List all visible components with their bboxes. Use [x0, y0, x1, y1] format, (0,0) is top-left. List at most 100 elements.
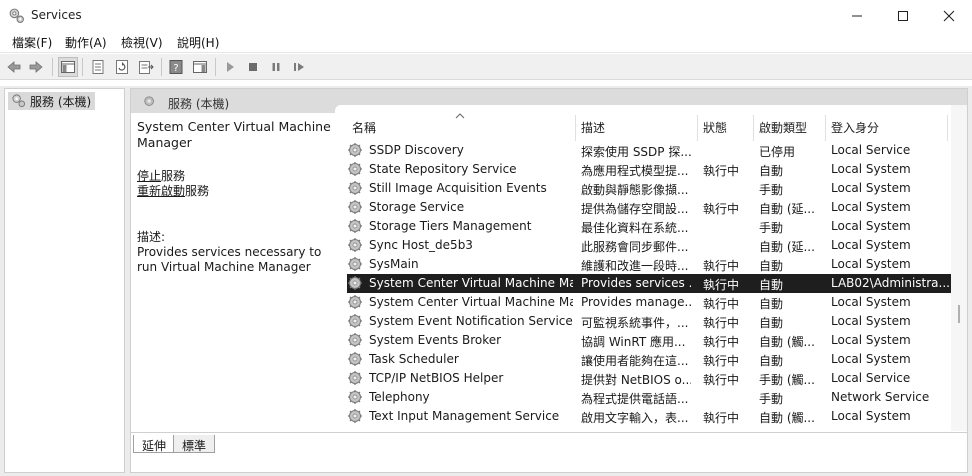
table-row[interactable]: Still Image Acquisition Events 啟動與靜態影像擷..… [347, 179, 959, 198]
table-row[interactable]: System Center Virtual Machine Ma... Provi… [347, 293, 959, 312]
services-gear-icon [9, 8, 24, 23]
column-header-startup-type[interactable]: 啟動類型 [759, 119, 807, 137]
cell-description: Provides services ... [581, 276, 691, 290]
cell-log-on-as: Local System [831, 409, 911, 423]
cell-status: 執行中 [703, 202, 740, 216]
cell-description: 此服務會同步郵件... [581, 240, 689, 254]
show-console-tree-button[interactable] [58, 57, 78, 77]
restart-service-suffix: 服務 [185, 184, 210, 198]
cell-status: 執行中 [703, 411, 740, 425]
column-header-name[interactable]: 名稱 [352, 119, 376, 137]
view-tabs: 延伸 標準 [131, 432, 967, 454]
services-gear-icon [12, 94, 26, 108]
table-row[interactable]: Storage Tiers Management 最佳化資料在系統... 手動 Loc… [347, 217, 959, 236]
service-gear-icon [348, 257, 362, 271]
column-divider[interactable] [947, 115, 948, 141]
cell-name: Sync Host_de5b3 [369, 238, 473, 252]
column-divider[interactable] [697, 115, 698, 141]
menu-action[interactable]: 動作(A) [65, 34, 107, 51]
cell-log-on-as: Local System [831, 238, 911, 252]
cell-log-on-as: LAB02\Administra... [831, 276, 950, 290]
menu-file[interactable]: 檔案(F) [12, 34, 52, 51]
cell-log-on-as: Local System [831, 257, 911, 271]
cell-name: System Events Broker [369, 333, 502, 347]
restart-service-button[interactable] [289, 57, 309, 77]
table-row[interactable]: SSDP Discovery 探索使用 SSDP 探... 已停用 Local Ser… [347, 141, 959, 160]
description-text: Provides services necessary to run Virtu… [137, 245, 322, 274]
back-button[interactable] [4, 57, 24, 77]
cell-startup-type: 自動 [759, 316, 784, 330]
column-header-status[interactable]: 狀態 [703, 119, 727, 137]
column-header-log-on-as[interactable]: 登入身分 [831, 119, 879, 137]
table-row[interactable]: SysMain 維護和改進一段時... 執行中 自動 Local System [347, 255, 959, 274]
column-divider[interactable] [753, 115, 754, 141]
tree-item-services-local[interactable]: 服務 (本機) [8, 92, 96, 110]
console-tree-icon [61, 61, 75, 73]
cell-status: 執行中 [703, 164, 740, 178]
service-gear-icon [348, 333, 362, 347]
close-button[interactable] [926, 0, 972, 31]
cell-description: Provides manage... [581, 295, 691, 309]
cell-log-on-as: Local System [831, 219, 911, 233]
table-row[interactable]: Task Scheduler 讓使用者能夠在這... 執行中 自動 Local Syst… [347, 350, 959, 369]
help-button[interactable]: ? [166, 57, 186, 77]
column-header-description[interactable]: 描述 [581, 119, 605, 137]
description-label: 描述: [137, 230, 166, 244]
menu-bar: 檔案(F) 動作(A) 檢視(V) 說明(H) [0, 31, 972, 53]
table-row[interactable]: Telephony 為程式提供電話語... 手動 Network Service [347, 388, 959, 407]
maximize-button[interactable] [880, 0, 926, 31]
forward-button[interactable] [26, 57, 46, 77]
pause-icon [272, 63, 280, 71]
vertical-scrollbar[interactable] [951, 105, 967, 431]
pause-service-button[interactable] [266, 57, 286, 77]
tab-standard[interactable]: 標準 [173, 435, 216, 453]
stop-service-button[interactable] [243, 57, 263, 77]
stop-service-link[interactable]: 停止 [137, 169, 161, 183]
properties-button[interactable] [88, 57, 108, 77]
cell-startup-type: 自動 [759, 164, 784, 178]
column-divider[interactable] [575, 115, 576, 141]
cell-startup-type: 自動 (觸... [759, 411, 815, 425]
table-row[interactable]: System Events Broker 協調 WinRT 應用... 執行中 自動 … [347, 331, 959, 350]
show-action-pane-button[interactable] [190, 57, 210, 77]
cell-name: Storage Tiers Management [369, 219, 532, 233]
minimize-icon [852, 15, 862, 16]
table-row[interactable]: Text Input Management Service 啟用文字輸入，表...… [347, 407, 959, 426]
cell-status: 執行中 [703, 335, 740, 349]
play-icon [227, 62, 234, 72]
cell-startup-type: 手動 [759, 392, 784, 406]
table-row[interactable]: Storage Service 提供為儲存空間設... 執行中 自動 (延... Loc… [347, 198, 959, 217]
restart-icon [294, 63, 304, 71]
scrollbar-thumb[interactable] [958, 305, 960, 323]
cell-name: System Center Virtual Machine Ma... [369, 295, 573, 309]
minimize-button[interactable] [834, 0, 880, 31]
table-row[interactable]: TCP/IP NetBIOS Helper 提供對 NetBIOS o... 執行中… [347, 369, 959, 388]
toolbar-separator [52, 58, 53, 76]
close-icon [943, 10, 955, 21]
cell-status: 執行中 [703, 297, 740, 311]
maximize-icon [898, 10, 908, 21]
cell-name: System Event Notification Service [369, 314, 573, 328]
menu-help[interactable]: 說明(H) [177, 34, 219, 51]
table-row[interactable]: State Repository Service 為應用程式模型提... 執行中 自動… [347, 160, 959, 179]
restart-service-link[interactable]: 重新啟動 [137, 184, 185, 198]
services-list: 名稱 描述 狀態 啟動類型 登入身分 SSDP Discovery 探索使用 SS… [335, 105, 967, 431]
table-row[interactable]: Sync Host_de5b3 此服務會同步郵件... 自動 (延... Local … [347, 236, 959, 255]
table-row[interactable]: System Event Notification Service 可監視系統事件… [347, 312, 959, 331]
toolbar: ? [0, 54, 972, 80]
menu-view[interactable]: 檢視(V) [121, 34, 163, 51]
refresh-button[interactable] [112, 57, 132, 77]
action-pane-icon [193, 61, 207, 73]
cell-description: 探索使用 SSDP 探... [581, 145, 691, 159]
cell-description: 為程式提供電話語... [581, 392, 689, 406]
column-divider[interactable] [825, 115, 826, 141]
export-list-button[interactable] [136, 57, 156, 77]
tab-extended[interactable]: 延伸 [133, 435, 176, 453]
cell-name: Text Input Management Service [369, 409, 560, 423]
table-row-selected[interactable]: System Center Virtual Machine Ma... Provi… [347, 274, 959, 293]
cell-description: 啟動與靜態影像擷... [581, 183, 689, 197]
start-service-button[interactable] [220, 57, 240, 77]
back-arrow-icon [7, 61, 21, 73]
cell-log-on-as: Local System [831, 200, 911, 214]
help-icon: ? [169, 60, 183, 74]
